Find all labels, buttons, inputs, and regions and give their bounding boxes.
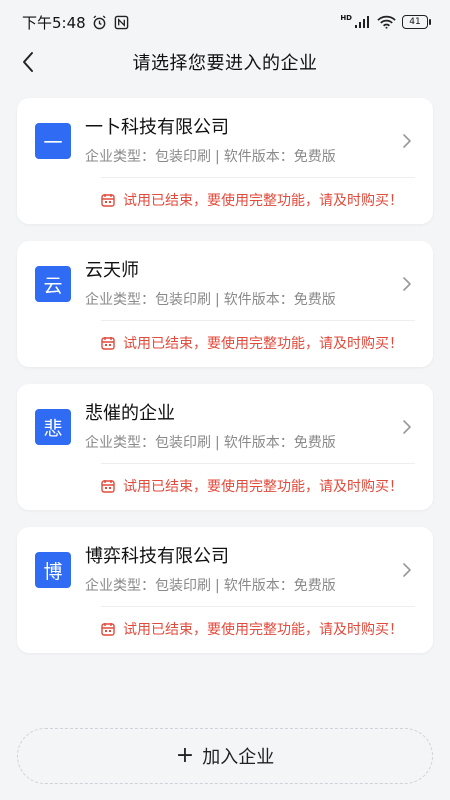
trial-notice: 试用已结束，要使用完整功能，请及时购买！: [101, 333, 415, 353]
meta-separator: |: [215, 292, 220, 308]
page-title: 请选择您要进入的企业: [132, 53, 318, 74]
type-label: 企业类型：: [85, 435, 155, 451]
company-list: 一 一卜科技有限公司 企业类型： 包装印刷 | 软件版本： 免费版 试用已结束，…: [0, 80, 450, 653]
trial-text: 试用已结束，要使用完整功能，请及时购买！: [123, 622, 403, 638]
signal-icon: [354, 14, 370, 30]
card-divider: [101, 177, 415, 178]
company-avatar: 悲: [35, 409, 71, 445]
company-card[interactable]: 一 一卜科技有限公司 企业类型： 包装印刷 | 软件版本： 免费版 试用已结束，…: [17, 98, 433, 224]
version-label: 软件版本：: [223, 435, 294, 451]
company-avatar: 一: [35, 123, 71, 159]
version-label: 软件版本：: [223, 292, 294, 308]
chevron-right-icon[interactable]: [399, 416, 415, 438]
chevron-right-icon[interactable]: [399, 559, 415, 581]
company-avatar: 博: [35, 552, 71, 588]
calendar-icon: [101, 193, 115, 207]
type-value: 包装印刷: [155, 435, 211, 451]
company-name: 博弈科技有限公司: [85, 546, 229, 567]
calendar-icon: [101, 622, 115, 636]
trial-text: 试用已结束，要使用完整功能，请及时购买！: [123, 336, 403, 352]
trial-text: 试用已结束，要使用完整功能，请及时购买！: [123, 193, 403, 209]
back-button[interactable]: [14, 48, 42, 76]
meta-separator: |: [215, 435, 220, 451]
alarm-icon: [92, 14, 108, 30]
meta-separator: |: [215, 578, 220, 594]
chevron-right-icon[interactable]: [399, 130, 415, 152]
card-divider: [101, 606, 415, 607]
status-left: 下午5:48: [22, 12, 130, 33]
trial-notice: 试用已结束，要使用完整功能，请及时购买！: [101, 476, 415, 496]
company-name: 悲催的企业: [85, 403, 175, 424]
chevron-left-icon: [23, 52, 33, 72]
trial-notice: 试用已结束，要使用完整功能，请及时购买！: [101, 190, 415, 210]
nfc-icon: [114, 14, 130, 30]
card-divider: [101, 320, 415, 321]
company-avatar: 云: [35, 266, 71, 302]
company-name: 云天师: [85, 260, 139, 281]
hd-label: HD: [340, 14, 352, 22]
company-meta: 企业类型： 包装印刷 | 软件版本： 免费版: [85, 147, 415, 167]
version-value: 免费版: [293, 578, 336, 594]
version-value: 免费版: [293, 435, 336, 451]
join-company-label: 加入企业: [202, 747, 275, 768]
company-card[interactable]: 博 博弈科技有限公司 企业类型： 包装印刷 | 软件版本： 免费版 试用已结束，…: [17, 527, 433, 653]
calendar-icon: [101, 479, 115, 493]
version-label: 软件版本：: [223, 149, 294, 165]
company-card[interactable]: 云 云天师 企业类型： 包装印刷 | 软件版本： 免费版 试用已结束，要使用完整…: [17, 241, 433, 367]
battery-level: 41: [409, 17, 421, 27]
version-value: 免费版: [293, 149, 336, 165]
company-meta: 企业类型： 包装印刷 | 软件版本： 免费版: [85, 290, 415, 310]
status-time: 下午5:48: [22, 13, 86, 32]
trial-text: 试用已结束，要使用完整功能，请及时购买！: [123, 479, 403, 495]
battery-icon: 41: [402, 15, 431, 29]
plus-icon: +: [175, 743, 195, 768]
type-value: 包装印刷: [155, 578, 211, 594]
type-value: 包装印刷: [155, 292, 211, 308]
type-value: 包装印刷: [155, 149, 211, 165]
calendar-icon: [101, 336, 115, 350]
company-card[interactable]: 悲 悲催的企业 企业类型： 包装印刷 | 软件版本： 免费版 试用已结束，要使用…: [17, 384, 433, 510]
type-label: 企业类型：: [85, 292, 155, 308]
chevron-right-icon[interactable]: [399, 273, 415, 295]
status-right: HD 41: [340, 14, 431, 30]
join-company-button[interactable]: + 加入企业: [17, 728, 433, 784]
screen: 下午5:48 HD 41 请选择您要进入的企业 一 一卜科技有限公司 企业类型：…: [0, 0, 450, 800]
type-label: 企业类型：: [85, 149, 155, 165]
version-label: 软件版本：: [223, 578, 294, 594]
company-meta: 企业类型： 包装印刷 | 软件版本： 免费版: [85, 433, 415, 453]
meta-separator: |: [215, 149, 220, 165]
company-meta: 企业类型： 包装印刷 | 软件版本： 免费版: [85, 576, 415, 596]
status-bar: 下午5:48 HD 41: [0, 0, 450, 44]
version-value: 免费版: [293, 292, 336, 308]
type-label: 企业类型：: [85, 578, 155, 594]
card-divider: [101, 463, 415, 464]
wifi-icon: [376, 14, 396, 30]
company-name: 一卜科技有限公司: [85, 117, 229, 138]
trial-notice: 试用已结束，要使用完整功能，请及时购买！: [101, 619, 415, 639]
header: 请选择您要进入的企业: [0, 44, 450, 80]
